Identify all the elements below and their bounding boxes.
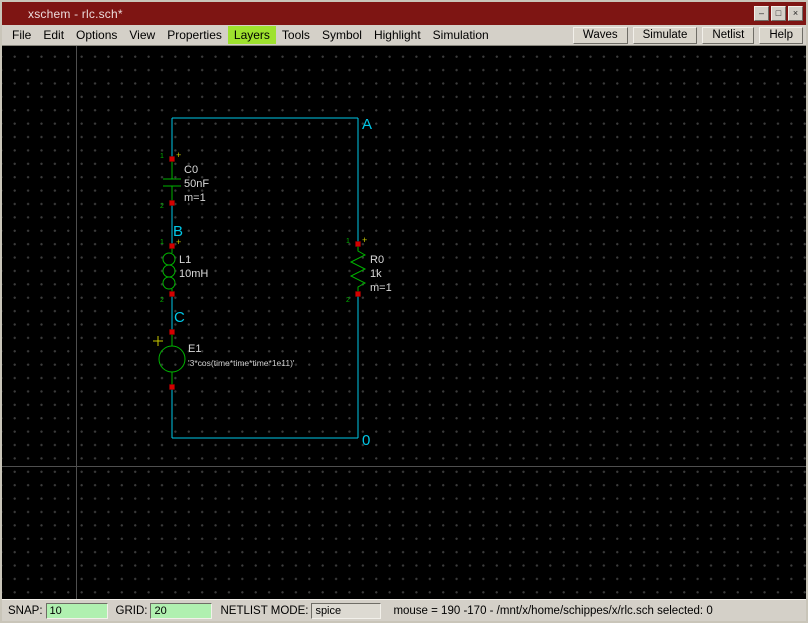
close-icon: × [793,8,798,18]
inductor-pin1-label: 1 [160,239,164,246]
simulate-button[interactable]: Simulate [633,27,698,44]
inductor-ref[interactable]: L1 [179,254,191,266]
pin [170,330,175,335]
menu-symbol[interactable]: Symbol [316,26,368,44]
source-circle [159,346,185,372]
snap-input[interactable] [46,603,108,619]
minimize-icon: – [759,8,764,18]
statusbar: SNAP: GRID: NETLIST MODE: mouse = 190 -1… [2,599,806,621]
resistor-pin1-label: 1 [346,238,350,245]
inductor-coil-3 [163,277,175,289]
resistor-plus-mark: + [362,235,367,245]
source-ref[interactable]: E1 [188,343,201,355]
menu-simulation[interactable]: Simulation [427,26,495,44]
capacitor-pin2-label: 2 [160,203,164,210]
schematic-svg: 1 + 2 C0 50nF m=1 1 + 2 L1 10mH [2,46,806,599]
window-controls: – □ × [754,6,803,21]
help-button[interactable]: Help [759,27,803,44]
menu-view[interactable]: View [123,26,161,44]
node-label-gnd[interactable]: 0 [362,432,370,449]
menubar: File Edit Options View Properties Layers… [2,25,806,46]
node-label-c[interactable]: C [174,309,185,326]
status-info: mouse = 190 -170 - /mnt/x/home/schippes/… [393,605,712,617]
source-plus-mark [153,336,163,346]
minimize-button[interactable]: – [754,6,769,21]
pin [170,201,175,206]
pin [170,385,175,390]
maximize-button[interactable]: □ [771,6,786,21]
menu-properties[interactable]: Properties [161,26,228,44]
pin [170,157,175,162]
menu-layers[interactable]: Layers [228,26,276,44]
schematic-canvas[interactable]: 1 + 2 C0 50nF m=1 1 + 2 L1 10mH [2,46,806,599]
close-button[interactable]: × [788,6,803,21]
node-label-b[interactable]: B [173,223,183,240]
menu-options[interactable]: Options [70,26,123,44]
titlebar[interactable]: xschem - rlc.sch* – □ × [2,2,806,25]
capacitor-ref[interactable]: C0 [184,164,198,176]
resistor-ref[interactable]: R0 [370,254,384,266]
netlist-mode-input[interactable] [311,603,381,619]
resistor-value[interactable]: 1k [370,268,382,280]
component-resistor-r0[interactable]: 1 + 2 R0 1k m=1 [346,235,392,304]
inductor-pin2-label: 2 [160,297,164,304]
menu-edit[interactable]: Edit [37,26,70,44]
netlist-button[interactable]: Netlist [702,27,754,44]
inductor-coil-2 [163,265,175,277]
window-title: xschem - rlc.sch* [28,7,754,21]
xschem-window: xschem - rlc.sch* – □ × File Edit Option… [0,0,808,623]
grid-input[interactable] [150,603,212,619]
maximize-icon: □ [776,8,781,18]
pin [170,244,175,249]
snap-label: SNAP: [8,605,43,617]
menu-highlight[interactable]: Highlight [368,26,427,44]
resistor-mult[interactable]: m=1 [370,282,392,294]
pin [356,292,361,297]
netlist-mode-label: NETLIST MODE: [220,605,308,617]
resistor-pin2-label: 2 [346,297,350,304]
inductor-coil-1 [163,253,175,265]
component-capacitor-c0[interactable]: 1 + 2 C0 50nF m=1 [160,150,209,210]
capacitor-mult[interactable]: m=1 [184,192,206,204]
menu-file[interactable]: File [6,26,37,44]
node-label-a[interactable]: A [362,116,372,133]
capacitor-symbol [163,159,181,203]
component-source-e1[interactable]: E1 '3*cos(time*time*time*1e11)' [153,332,295,387]
pin [356,242,361,247]
menu-tools[interactable]: Tools [276,26,316,44]
inductor-value[interactable]: 10mH [179,268,208,280]
capacitor-plus-mark: + [176,150,181,160]
grid-label: GRID: [116,605,148,617]
waves-button[interactable]: Waves [573,27,628,44]
component-inductor-l1[interactable]: 1 + 2 L1 10mH [160,237,208,304]
capacitor-value[interactable]: 50nF [184,178,209,190]
source-value[interactable]: '3*cos(time*time*time*1e11)' [188,358,295,368]
capacitor-pin1-label: 1 [160,153,164,160]
pin [170,292,175,297]
resistor-symbol [351,244,365,294]
